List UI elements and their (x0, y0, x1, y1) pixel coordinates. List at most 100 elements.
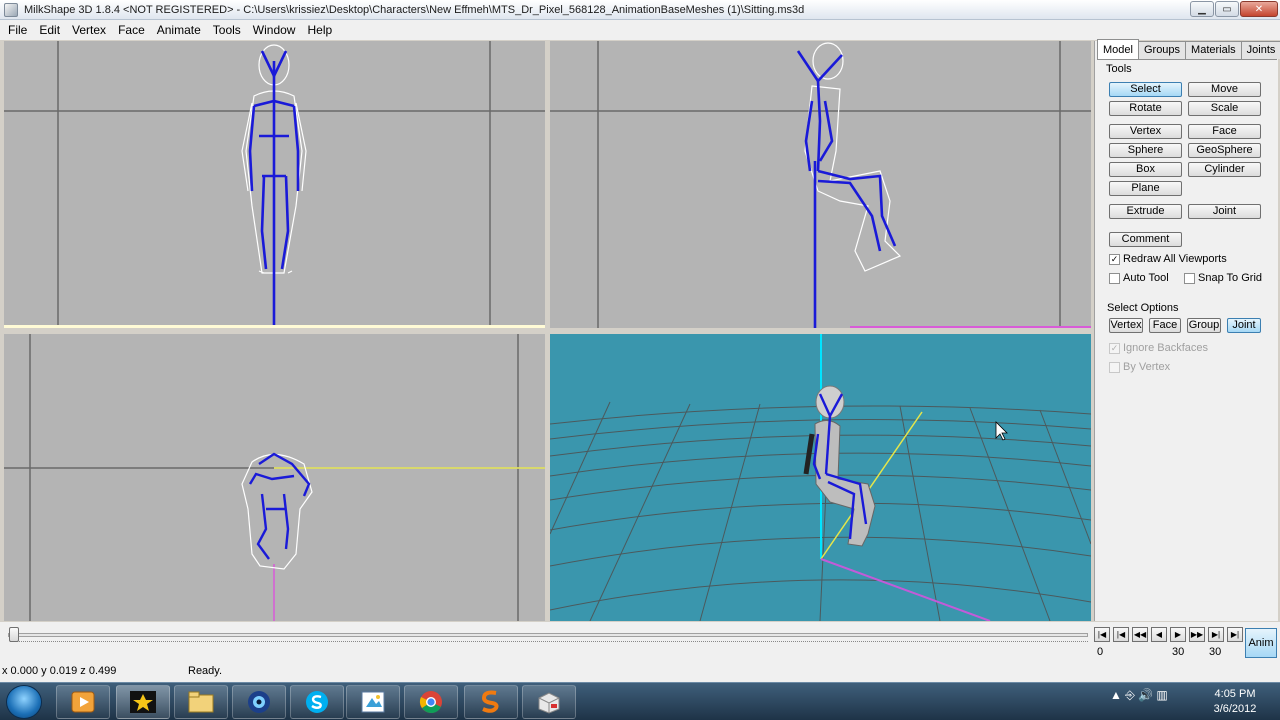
last-frame-button[interactable]: ▶| (1227, 627, 1243, 642)
side-viewport-canvas (550, 41, 1091, 328)
rotate-tool-button[interactable]: Rotate (1109, 101, 1182, 116)
vertex-tool-button[interactable]: Vertex (1109, 124, 1182, 139)
menu-tools[interactable]: Tools (207, 23, 247, 37)
chrome-icon[interactable] (404, 685, 458, 719)
menu-face[interactable]: Face (112, 23, 151, 37)
maximize-button[interactable]: ▭ (1215, 1, 1239, 17)
sphere-tool-button[interactable]: Sphere (1109, 143, 1182, 158)
camera-app-icon[interactable] (232, 685, 286, 719)
menu-help[interactable]: Help (301, 23, 338, 37)
select-options-label: Select Options (1107, 302, 1179, 314)
taskbar-clock[interactable]: 4:05 PM 3/6/2012 (1200, 687, 1270, 717)
tab-joints[interactable]: Joints (1240, 41, 1280, 59)
skeleton-top (248, 452, 311, 560)
prev-frame-button[interactable]: ◀ (1151, 627, 1167, 642)
checkbox-unchecked-icon (1109, 272, 1120, 284)
frame-count-field[interactable]: 30 (1172, 646, 1184, 658)
menu-edit[interactable]: Edit (33, 23, 66, 37)
auto-tool-label: Auto Tool (1123, 272, 1169, 284)
select-option-face-button[interactable]: Face (1149, 318, 1181, 333)
checkbox-unchecked-icon (1109, 361, 1120, 373)
box-tool-button[interactable]: Box (1109, 162, 1182, 177)
system-tray[interactable]: ▲ ⎆ 🔊 ▥ (1110, 688, 1168, 703)
select-tool-button[interactable]: Select (1109, 82, 1182, 97)
tab-model[interactable]: Model (1097, 39, 1139, 59)
skeleton-side (796, 50, 897, 328)
auto-tool-checkbox[interactable]: Auto Tool (1109, 272, 1169, 284)
checkbox-checked-icon: ✓ (1109, 342, 1120, 354)
title-bar: MilkShape 3D 1.8.4 <NOT REGISTERED> - C:… (0, 0, 1280, 20)
status-bar: x 0.000 y 0.019 z 0.499 Ready. (0, 662, 1280, 682)
frame-slider-track[interactable] (8, 633, 1088, 637)
first-frame-button[interactable]: |◀ (1094, 627, 1110, 642)
tab-materials[interactable]: Materials (1185, 41, 1242, 59)
windows-orb-icon[interactable] (6, 685, 42, 719)
select-option-joint-button[interactable]: Joint (1227, 318, 1261, 333)
move-tool-button[interactable]: Move (1188, 82, 1261, 97)
skype-icon[interactable] (290, 685, 344, 719)
viewport-axis-highlight (4, 325, 545, 328)
prev-key-button[interactable]: |◀ (1113, 627, 1129, 642)
plane-tool-button[interactable]: Plane (1109, 181, 1182, 196)
model-wireframe-top (241, 453, 313, 570)
windows-taskbar: ▲ ⎆ 🔊 ▥ 4:05 PM 3/6/2012 (0, 682, 1280, 720)
by-vertex-label: By Vertex (1123, 361, 1171, 373)
paint-icon[interactable] (346, 685, 400, 719)
clock-time: 4:05 PM (1214, 688, 1256, 700)
clock-date: 3/6/2012 (1213, 703, 1257, 715)
select-option-vertex-button[interactable]: Vertex (1109, 318, 1143, 333)
next-frame-button[interactable]: ▶ (1170, 627, 1186, 642)
menu-file[interactable]: File (2, 23, 33, 37)
minimize-button[interactable]: ▁ (1190, 1, 1214, 17)
select-option-group-button[interactable]: Group (1187, 318, 1221, 333)
rewind-button[interactable]: ◀◀ (1132, 627, 1148, 642)
comment-button[interactable]: Comment (1109, 232, 1182, 247)
file-explorer-icon[interactable] (174, 685, 228, 719)
perspective-viewport-canvas (550, 334, 1091, 621)
next-key-button[interactable]: ▶| (1208, 627, 1224, 642)
front-viewport-canvas (4, 41, 545, 328)
top-viewport-canvas (4, 334, 545, 621)
extrude-tool-button[interactable]: Extrude (1109, 204, 1182, 219)
redraw-all-viewports-checkbox[interactable]: ✓ Redraw All Viewports (1109, 253, 1227, 265)
model-tab-body: Tools Select Move Rotate Scale Vertex Fa… (1097, 59, 1277, 619)
front-viewport[interactable] (4, 41, 545, 328)
fast-forward-button[interactable]: ▶▶ (1189, 627, 1205, 642)
package-icon[interactable] (522, 685, 576, 719)
close-button[interactable]: ✕ (1240, 1, 1278, 17)
anim-mode-button[interactable]: Anim (1245, 628, 1277, 658)
viewport-axis-highlight (850, 326, 1091, 328)
perspective-viewport[interactable] (550, 334, 1091, 621)
joint-tool-button[interactable]: Joint (1188, 204, 1261, 219)
mouse-cursor-icon (995, 421, 1008, 441)
movie-maker-icon[interactable] (116, 685, 170, 719)
menu-animate[interactable]: Animate (151, 23, 207, 37)
menu-bar: File Edit Vertex Face Animate Tools Wind… (0, 20, 1280, 40)
checkbox-unchecked-icon (1184, 272, 1195, 284)
window-title: MilkShape 3D 1.8.4 <NOT REGISTERED> - C:… (24, 3, 805, 16)
menu-window[interactable]: Window (247, 23, 302, 37)
panel-tabs: Model Groups Materials Joints (1097, 39, 1280, 59)
cursor-coordinates: x 0.000 y 0.019 z 0.499 (2, 665, 117, 677)
sims-icon[interactable] (464, 685, 518, 719)
by-vertex-checkbox[interactable]: By Vertex (1109, 361, 1170, 373)
media-player-icon[interactable] (56, 685, 110, 719)
animation-timeline: |◀ |◀ ◀◀ ◀ ▶ ▶▶ ▶| ▶| 0 30 30 Anim (0, 622, 1280, 662)
snap-to-grid-checkbox[interactable]: Snap To Grid (1184, 272, 1262, 284)
side-viewport[interactable] (550, 41, 1091, 328)
ignore-backfaces-label: Ignore Backfaces (1123, 342, 1208, 354)
snap-to-grid-label: Snap To Grid (1198, 272, 1263, 284)
end-frame-field[interactable]: 30 (1209, 646, 1221, 658)
current-frame-field[interactable]: 0 (1097, 646, 1103, 658)
geosphere-tool-button[interactable]: GeoSphere (1188, 143, 1261, 158)
milkshape-app-icon (4, 2, 18, 17)
top-viewport[interactable] (4, 334, 545, 621)
tab-groups[interactable]: Groups (1137, 41, 1187, 59)
frame-slider-ticks (10, 641, 1088, 645)
ignore-backfaces-checkbox[interactable]: ✓ Ignore Backfaces (1109, 342, 1208, 354)
frame-slider-thumb[interactable] (9, 627, 19, 642)
scale-tool-button[interactable]: Scale (1188, 101, 1261, 116)
cylinder-tool-button[interactable]: Cylinder (1188, 162, 1261, 177)
face-tool-button[interactable]: Face (1188, 124, 1261, 139)
menu-vertex[interactable]: Vertex (66, 23, 112, 37)
